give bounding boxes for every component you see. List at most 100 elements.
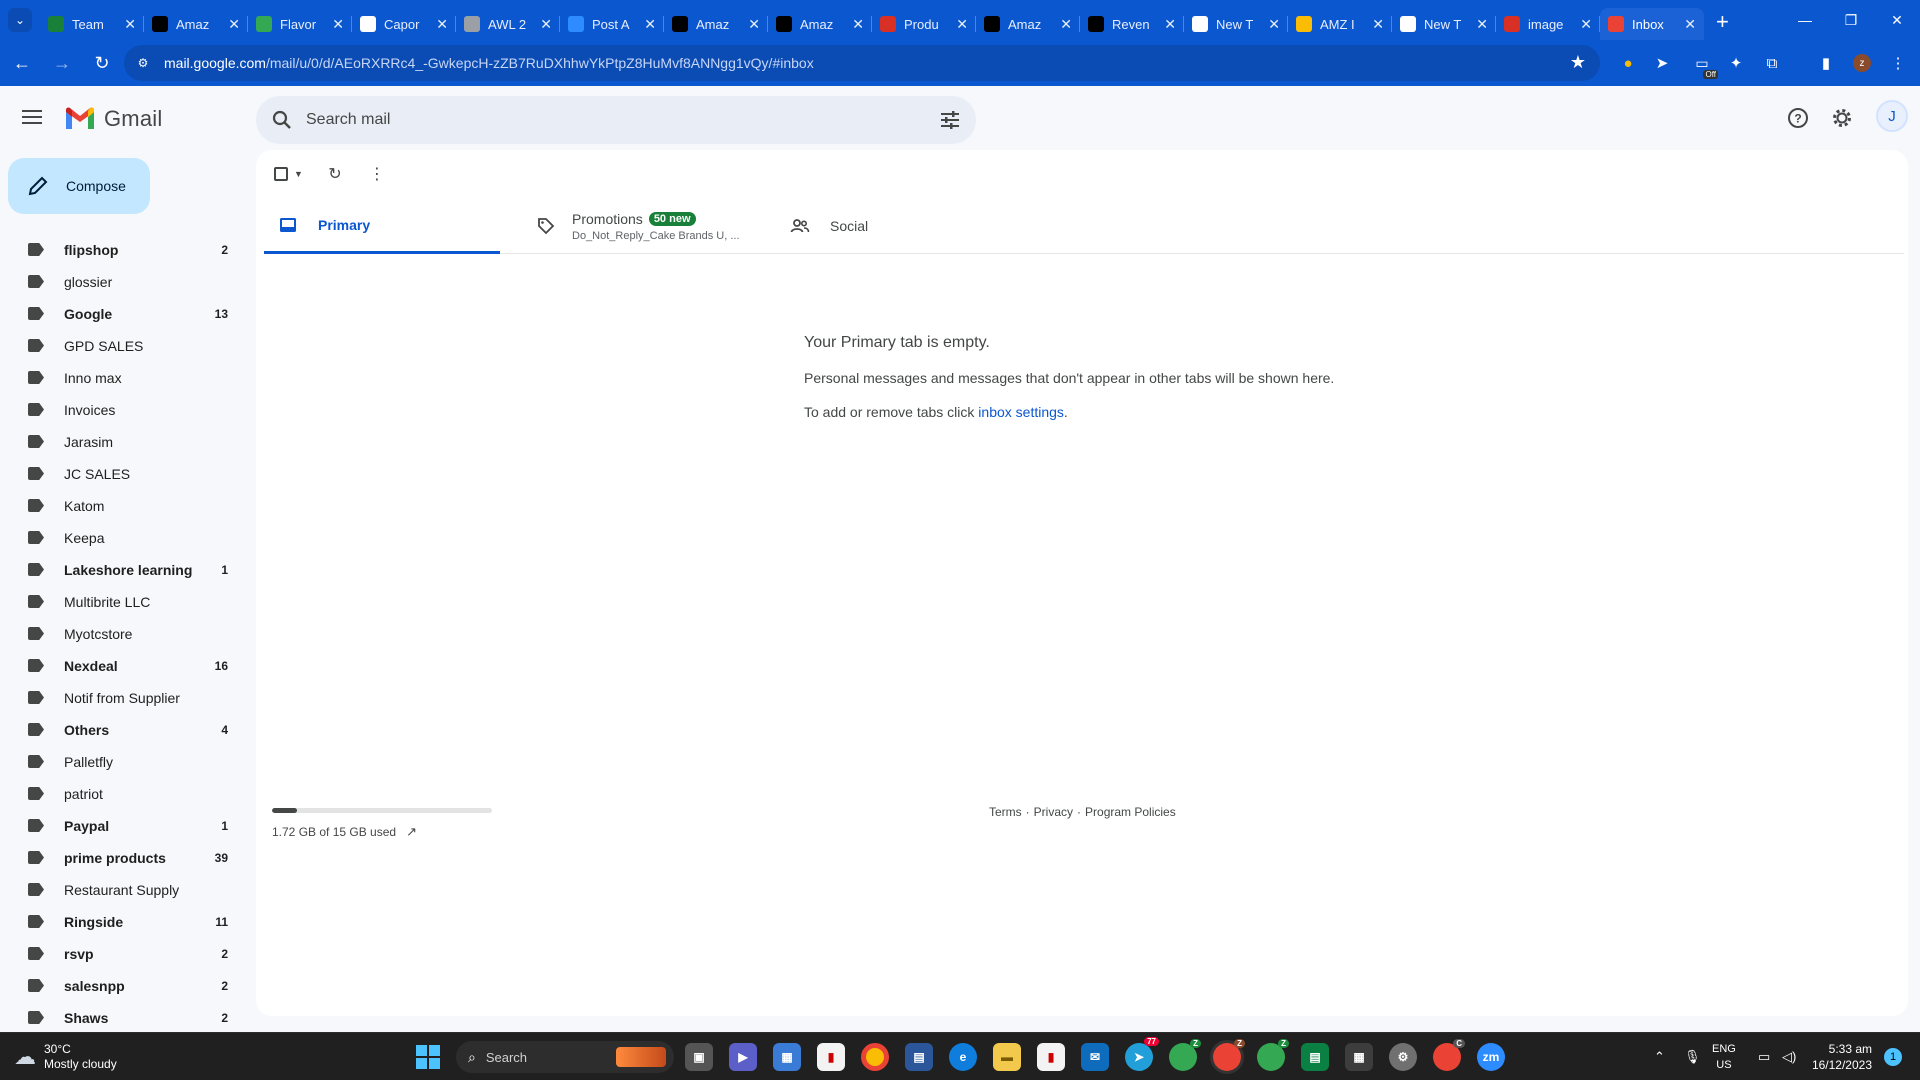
extension-gear-icon[interactable]: ✦ (1722, 49, 1750, 77)
close-tab-icon[interactable]: ✕ (1060, 16, 1072, 33)
label-item[interactable]: Google 13 (0, 298, 256, 330)
minimize-button[interactable]: — (1782, 0, 1828, 40)
label-item[interactable]: JC SALES (0, 458, 256, 490)
bookmark-star-icon[interactable]: ★ (1570, 52, 1586, 73)
inbox-settings-link[interactable]: inbox settings (978, 404, 1064, 420)
label-item[interactable]: Myotcstore (0, 618, 256, 650)
refresh-icon[interactable]: ↻ (323, 162, 347, 186)
label-item[interactable]: Katom (0, 490, 256, 522)
weather-widget[interactable]: ☁ 30°C Mostly cloudy (14, 1042, 117, 1072)
browser-tab[interactable]: AWL 2 ✕ (456, 8, 560, 40)
label-item[interactable]: rsvp 2 (0, 938, 256, 970)
label-item[interactable]: Ringside 11 (0, 906, 256, 938)
close-tab-icon[interactable]: ✕ (1580, 16, 1592, 33)
teams-chat-icon[interactable]: ▶ (729, 1043, 757, 1071)
terms-link[interactable]: Terms (989, 805, 1022, 819)
taskbar-search[interactable]: ⌕ Search (456, 1041, 674, 1073)
label-item[interactable]: Jarasim (0, 426, 256, 458)
label-item[interactable]: GPD SALES (0, 330, 256, 362)
extension-off-icon[interactable]: ▭ Off (1688, 49, 1718, 79)
edge-icon[interactable]: e (949, 1043, 977, 1071)
label-item[interactable]: Lakeshore learning 1 (0, 554, 256, 586)
tab-social[interactable]: Social (776, 198, 926, 254)
app-chart-icon[interactable]: ▮ (817, 1043, 845, 1071)
settings-app-icon[interactable]: ⚙ (1389, 1043, 1417, 1071)
tab-search-button[interactable]: ⌄ (8, 8, 32, 32)
label-item[interactable]: patriot (0, 778, 256, 810)
profile-avatar[interactable]: z (1848, 49, 1876, 77)
extensions-puzzle-icon[interactable]: ⧉ (1758, 49, 1786, 77)
select-dropdown-icon[interactable]: ▼ (294, 169, 303, 179)
label-item[interactable]: Multibrite LLC (0, 586, 256, 618)
close-tab-icon[interactable]: ✕ (644, 16, 656, 33)
microphone-icon[interactable]: 🎙 (1684, 1033, 1701, 1080)
label-item[interactable]: Inno max (0, 362, 256, 394)
close-tab-icon[interactable]: ✕ (1372, 16, 1384, 33)
browser-tab[interactable]: Amaz ✕ (768, 8, 872, 40)
privacy-link[interactable]: Privacy (1034, 805, 1073, 819)
new-tab-button[interactable]: + (1716, 9, 1729, 35)
zoom-icon[interactable]: zm (1477, 1043, 1505, 1071)
tab-primary[interactable]: Primary (264, 198, 500, 254)
label-item[interactable]: Paypal 1 (0, 810, 256, 842)
browser-tab[interactable]: New T ✕ (1392, 8, 1496, 40)
close-tab-icon[interactable]: ✕ (332, 16, 344, 33)
calculator-icon[interactable]: ▦ (1345, 1043, 1373, 1071)
close-tab-icon[interactable]: ✕ (124, 16, 136, 33)
browser-tab[interactable]: Flavor ✕ (248, 8, 352, 40)
search-bar[interactable]: Search mail (256, 96, 976, 144)
reload-button[interactable]: ↻ (84, 45, 120, 81)
browser-tab[interactable]: Reven ✕ (1080, 8, 1184, 40)
input-language[interactable]: ENG US (1712, 1041, 1736, 1073)
app-chart-2-icon[interactable]: ▮ (1037, 1043, 1065, 1071)
side-panel-icon[interactable]: ▮ (1812, 49, 1840, 77)
start-button[interactable] (416, 1045, 440, 1069)
chrome-icon[interactable] (861, 1043, 889, 1071)
restore-button[interactable]: ❐ (1828, 0, 1874, 40)
label-item[interactable]: prime products 39 (0, 842, 256, 874)
close-tab-icon[interactable]: ✕ (1164, 16, 1176, 33)
select-all-checkbox[interactable] (274, 167, 288, 181)
browser-tab[interactable]: Amaz ✕ (144, 8, 248, 40)
label-item[interactable]: Nexdeal 16 (0, 650, 256, 682)
clock[interactable]: 5:33 am 16/12/2023 (1810, 1041, 1872, 1073)
browser-menu-icon[interactable]: ⋮ (1884, 49, 1912, 77)
notification-badge[interactable]: 1 (1884, 1048, 1902, 1066)
chrome-profile-1-icon[interactable]: Z (1169, 1039, 1201, 1071)
compose-button[interactable]: Compose (8, 158, 150, 214)
open-in-new-icon[interactable]: ↗ (406, 824, 417, 840)
address-bar[interactable]: ⚙ mail.google.com/mail/u/0/d/AEoRXRRc4_-… (124, 45, 1600, 81)
volume-icon[interactable]: ◁) (1782, 1033, 1796, 1080)
close-tab-icon[interactable]: ✕ (956, 16, 968, 33)
label-item[interactable]: Invoices (0, 394, 256, 426)
notepad-icon[interactable]: ▤ (1301, 1043, 1329, 1071)
label-item[interactable]: Shaws 2 (0, 1002, 256, 1034)
search-input[interactable]: Search mail (306, 111, 390, 129)
site-info-icon[interactable]: ⚙ (132, 52, 154, 74)
close-tab-icon[interactable]: ✕ (748, 16, 760, 33)
browser-tab[interactable]: Capor ✕ (352, 8, 456, 40)
close-tab-icon[interactable]: ✕ (852, 16, 864, 33)
close-tab-icon[interactable]: ✕ (436, 16, 448, 33)
close-tab-icon[interactable]: ✕ (1476, 16, 1488, 33)
label-item[interactable]: Restaurant Supply (0, 874, 256, 906)
browser-tab[interactable]: Amaz ✕ (664, 8, 768, 40)
close-tab-icon[interactable]: ✕ (1268, 16, 1280, 33)
browser-tab[interactable]: AMZ I ✕ (1288, 8, 1392, 40)
chrome-profile-3-icon[interactable]: Z (1257, 1039, 1289, 1071)
chrome-profile-4-icon[interactable]: C (1433, 1039, 1465, 1071)
label-item[interactable]: salesnpp 2 (0, 970, 256, 1002)
browser-tab[interactable]: Produ ✕ (872, 8, 976, 40)
label-item[interactable]: glossier (0, 266, 256, 298)
extension-orange-icon[interactable]: ● (1614, 49, 1642, 77)
label-item[interactable]: Notif from Supplier (0, 682, 256, 714)
forward-button[interactable]: → (44, 45, 80, 81)
close-tab-icon[interactable]: ✕ (228, 16, 240, 33)
label-item[interactable]: Keepa (0, 522, 256, 554)
gmail-logo[interactable]: Gmail (64, 106, 162, 132)
label-item[interactable]: Others 4 (0, 714, 256, 746)
main-menu-icon[interactable] (20, 106, 44, 130)
close-window-button[interactable]: ✕ (1874, 0, 1920, 40)
store-icon[interactable]: ▦ (773, 1043, 801, 1071)
browser-tab[interactable]: Post A ✕ (560, 8, 664, 40)
